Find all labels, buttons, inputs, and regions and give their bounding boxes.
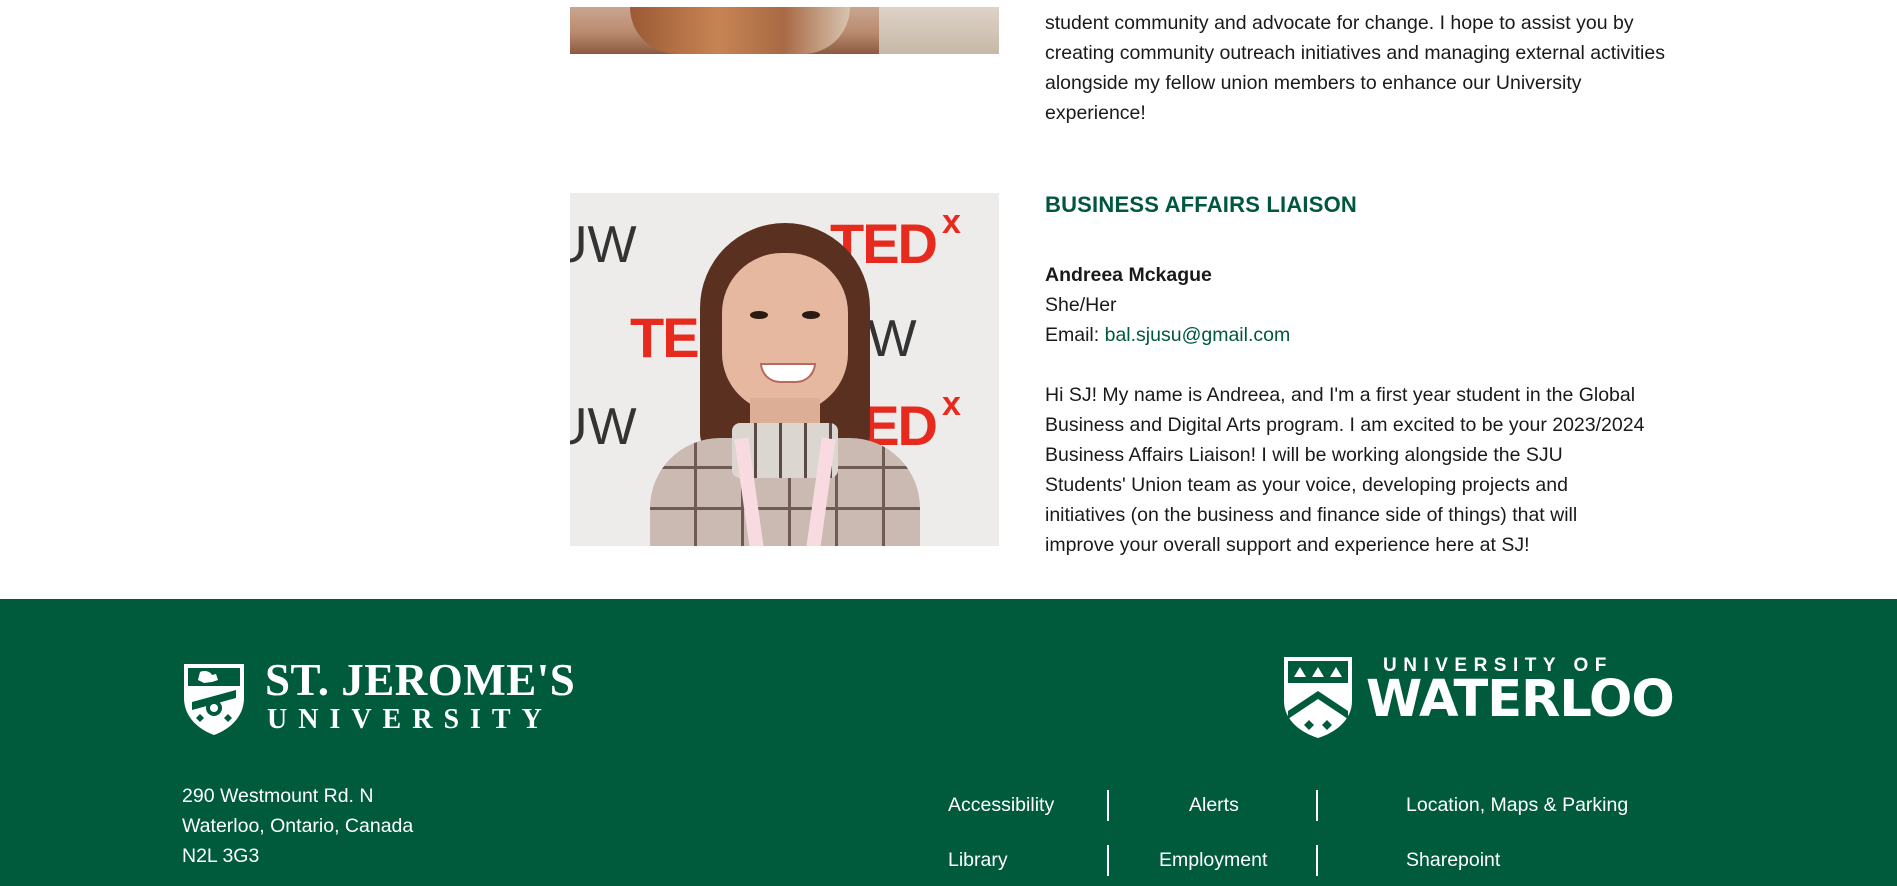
business-liaison-photo: UW TED x TED UW UW TED x [570,193,999,546]
footer-divider [1316,845,1318,876]
sju-shield-icon [184,664,244,735]
photo-tedx-x: x [942,203,961,241]
sju-logo-name: ST. JEROME'S [265,655,576,705]
address-line: 290 Westmount Rd. N [182,785,374,807]
business-liaison-bio: Hi SJ! My name is Andreea, and I'm a fir… [1045,380,1645,560]
sju-logo[interactable]: ST. JEROME'S UNIVERSITY [182,656,575,738]
email-label: Email: [1045,324,1105,346]
address-line: Waterloo, Ontario, Canada [182,815,414,837]
footer-divider [1107,845,1109,876]
photo-uw-text: UW [570,398,637,456]
photo-uw-text: UW [570,216,637,274]
person-eye [802,311,820,319]
member-email-row: Email: bal.sjusu@gmail.com [1045,320,1290,350]
person-face [722,253,848,413]
uw-shield-icon [1284,657,1352,738]
email-link[interactable]: bal.sjusu@gmail.com [1105,324,1291,346]
site-footer: ST. JEROME'S UNIVERSITY UNIVERSITY OF WA… [0,599,1897,886]
footer-link-location[interactable]: Location, Maps & Parking [1406,793,1628,817]
contact-info: Andreea Mckague She/Her Email: bal.sjusu… [1045,260,1290,350]
member-pronouns: She/Her [1045,294,1117,316]
footer-divider [1107,790,1109,821]
page: student community and advocate for chang… [0,0,1897,886]
person-eye [750,311,768,319]
footer-divider [1316,790,1318,821]
role-title: BUSINESS AFFAIRS LIAISON [1045,192,1358,217]
footer-link-alerts[interactable]: Alerts [1189,793,1239,817]
previous-profile-photo [570,7,999,54]
sju-logo-sub: UNIVERSITY [267,704,553,735]
photo-person [650,223,920,546]
footer-link-employment[interactable]: Employment [1159,848,1267,872]
footer-address: 290 Westmount Rd. N Waterloo, Ontario, C… [182,781,413,871]
previous-profile-bio-text: student community and advocate for chang… [1045,12,1665,124]
photo-hair [630,7,850,54]
photo-tedx-x: x [942,385,961,423]
address-line: N2L 3G3 [182,845,260,867]
footer-link-library[interactable]: Library [948,848,1008,872]
photo-background [879,7,999,54]
business-liaison-bio-text: Hi SJ! My name is Andreea, and I'm a fir… [1045,384,1645,556]
previous-profile-bio: student community and advocate for chang… [1045,8,1665,128]
footer-link-accessibility[interactable]: Accessibility [948,793,1054,817]
uw-logo-main: WATERLOO [1366,670,1675,729]
footer-link-sharepoint[interactable]: Sharepoint [1406,848,1500,872]
uw-logo[interactable]: UNIVERSITY OF WATERLOO [1282,655,1675,739]
member-name: Andreea Mckague [1045,264,1212,286]
